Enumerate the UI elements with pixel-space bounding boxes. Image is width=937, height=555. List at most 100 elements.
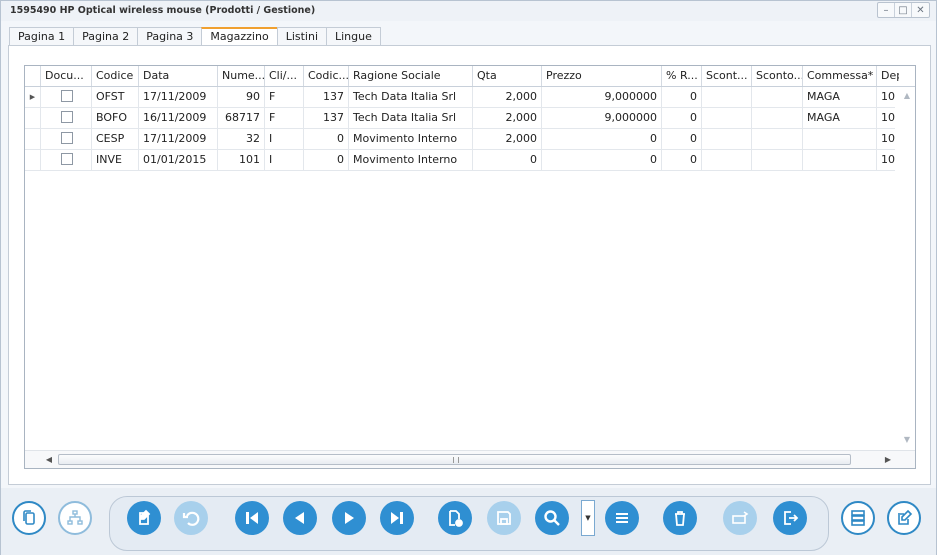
- close-button[interactable]: ✕: [912, 3, 929, 17]
- table-row[interactable]: BOFO 16/11/2009 68717 F 137 Tech Data Italia …: [25, 108, 895, 129]
- column-header-documento[interactable]: Docu...: [40, 66, 91, 86]
- save-button[interactable]: [487, 501, 521, 535]
- scroll-right-icon[interactable]: ▶: [882, 454, 894, 466]
- cell-commessa[interactable]: [802, 150, 876, 170]
- edit-document-button[interactable]: [127, 501, 161, 535]
- cell-deposito[interactable]: 10: [876, 87, 899, 107]
- cell-sconto-1[interactable]: [701, 150, 751, 170]
- cell-data[interactable]: 16/11/2009: [138, 108, 217, 128]
- scroll-left-icon[interactable]: ◀: [43, 454, 55, 466]
- cell-perc-ricarico[interactable]: 0: [661, 87, 701, 107]
- database-button[interactable]: [841, 501, 875, 535]
- scroll-up-icon[interactable]: ▲: [902, 91, 912, 101]
- cell-prezzo[interactable]: 0: [541, 150, 661, 170]
- cell-numero[interactable]: 32: [217, 129, 264, 149]
- cell-perc-ricarico[interactable]: 0: [661, 150, 701, 170]
- horizontal-scroll-thumb[interactable]: [58, 454, 851, 465]
- previous-record-button[interactable]: [283, 501, 317, 535]
- cell-cli-for[interactable]: F: [264, 87, 303, 107]
- document-checkbox[interactable]: [61, 153, 73, 165]
- cell-numero[interactable]: 90: [217, 87, 264, 107]
- cell-cli-for[interactable]: I: [264, 129, 303, 149]
- copy-document-button[interactable]: [12, 501, 46, 535]
- cell-ragione-sociale[interactable]: Movimento Interno: [348, 150, 472, 170]
- document-checkbox[interactable]: [61, 90, 73, 102]
- tab-pagina-2[interactable]: Pagina 2: [73, 27, 139, 46]
- cell-qta[interactable]: 2,000: [472, 87, 541, 107]
- tab-pagina-1[interactable]: Pagina 1: [9, 27, 75, 46]
- cell-ragione-sociale[interactable]: Tech Data Italia Srl: [348, 87, 472, 107]
- column-header-numero[interactable]: Nume...: [217, 66, 264, 86]
- column-header-qta[interactable]: Qta: [472, 66, 541, 86]
- column-header-cli-for[interactable]: Cli/...: [264, 66, 303, 86]
- cell-prezzo[interactable]: 9,000000: [541, 108, 661, 128]
- cell-qta[interactable]: 2,000: [472, 129, 541, 149]
- cell-numero[interactable]: 101: [217, 150, 264, 170]
- column-header-ragione-sociale[interactable]: Ragione Sociale: [348, 66, 472, 86]
- next-record-button[interactable]: [332, 501, 366, 535]
- cell-codice[interactable]: INVE: [91, 150, 138, 170]
- cell-sconto-2[interactable]: [751, 108, 802, 128]
- cell-data[interactable]: 17/11/2009: [138, 129, 217, 149]
- column-header-sconto-2[interactable]: Sconto...: [751, 66, 802, 86]
- document-checkbox[interactable]: [61, 111, 73, 123]
- table-row[interactable]: ▶ OFST 17/11/2009 90 F 137 Tech Data Italia Sr…: [25, 87, 895, 108]
- horizontal-scrollbar[interactable]: ◀ ▶: [25, 450, 915, 468]
- cell-cli-for[interactable]: F: [264, 108, 303, 128]
- table-row[interactable]: CESP 17/11/2009 32 I 0 Movimento Interno 2,000…: [25, 129, 895, 150]
- last-record-button[interactable]: [380, 501, 414, 535]
- cell-sconto-1[interactable]: [701, 129, 751, 149]
- cell-cli-for[interactable]: I: [264, 150, 303, 170]
- new-document-button[interactable]: [438, 501, 472, 535]
- hierarchy-button[interactable]: [58, 501, 92, 535]
- delete-button[interactable]: [663, 501, 697, 535]
- cell-codice[interactable]: CESP: [91, 129, 138, 149]
- scroll-down-icon[interactable]: ▼: [902, 435, 912, 445]
- minimize-button[interactable]: –: [878, 3, 895, 17]
- tab-pagina-3[interactable]: Pagina 3: [137, 27, 203, 46]
- cell-data[interactable]: 01/01/2015: [138, 150, 217, 170]
- cell-deposito[interactable]: 10: [876, 150, 899, 170]
- edit-outline-button[interactable]: [887, 501, 921, 535]
- undo-button[interactable]: [174, 501, 208, 535]
- cell-data[interactable]: 17/11/2009: [138, 87, 217, 107]
- cell-qta[interactable]: 0: [472, 150, 541, 170]
- column-header-sconto-1[interactable]: Scont...: [701, 66, 751, 86]
- cell-commessa[interactable]: [802, 129, 876, 149]
- print-button[interactable]: [723, 501, 757, 535]
- cell-commessa[interactable]: MAGA: [802, 108, 876, 128]
- cell-codice-cliente[interactable]: 0: [303, 150, 348, 170]
- column-header-codice[interactable]: Codice: [91, 66, 138, 86]
- tab-lingue[interactable]: Lingue: [326, 27, 381, 46]
- cell-deposito[interactable]: 10: [876, 129, 899, 149]
- cell-sconto-2[interactable]: [751, 87, 802, 107]
- cell-ragione-sociale[interactable]: Tech Data Italia Srl: [348, 108, 472, 128]
- column-header-codice-cliente[interactable]: Codic...: [303, 66, 348, 86]
- cell-codice[interactable]: OFST: [91, 87, 138, 107]
- vertical-scrollbar[interactable]: ▲ ▼: [899, 87, 915, 449]
- cell-perc-ricarico[interactable]: 0: [661, 129, 701, 149]
- search-options-dropdown[interactable]: ▼: [581, 500, 595, 536]
- cell-codice[interactable]: BOFO: [91, 108, 138, 128]
- column-header-deposito[interactable]: Dep: [876, 66, 899, 86]
- cell-perc-ricarico[interactable]: 0: [661, 108, 701, 128]
- cell-ragione-sociale[interactable]: Movimento Interno: [348, 129, 472, 149]
- column-header-data[interactable]: Data: [138, 66, 217, 86]
- cell-prezzo[interactable]: 9,000000: [541, 87, 661, 107]
- document-checkbox[interactable]: [61, 132, 73, 144]
- maximize-button[interactable]: □: [895, 3, 912, 17]
- cell-codice-cliente[interactable]: 137: [303, 108, 348, 128]
- cell-sconto-2[interactable]: [751, 129, 802, 149]
- first-record-button[interactable]: [235, 501, 269, 535]
- table-row[interactable]: INVE 01/01/2015 101 I 0 Movimento Interno 0 0 0 1…: [25, 150, 895, 171]
- column-header-prezzo[interactable]: Prezzo: [541, 66, 661, 86]
- search-button[interactable]: [535, 501, 569, 535]
- list-button[interactable]: [605, 501, 639, 535]
- exit-button[interactable]: [773, 501, 807, 535]
- cell-qta[interactable]: 2,000: [472, 108, 541, 128]
- cell-sconto-1[interactable]: [701, 108, 751, 128]
- cell-numero[interactable]: 68717: [217, 108, 264, 128]
- cell-deposito[interactable]: 10: [876, 108, 899, 128]
- cell-sconto-1[interactable]: [701, 87, 751, 107]
- cell-sconto-2[interactable]: [751, 150, 802, 170]
